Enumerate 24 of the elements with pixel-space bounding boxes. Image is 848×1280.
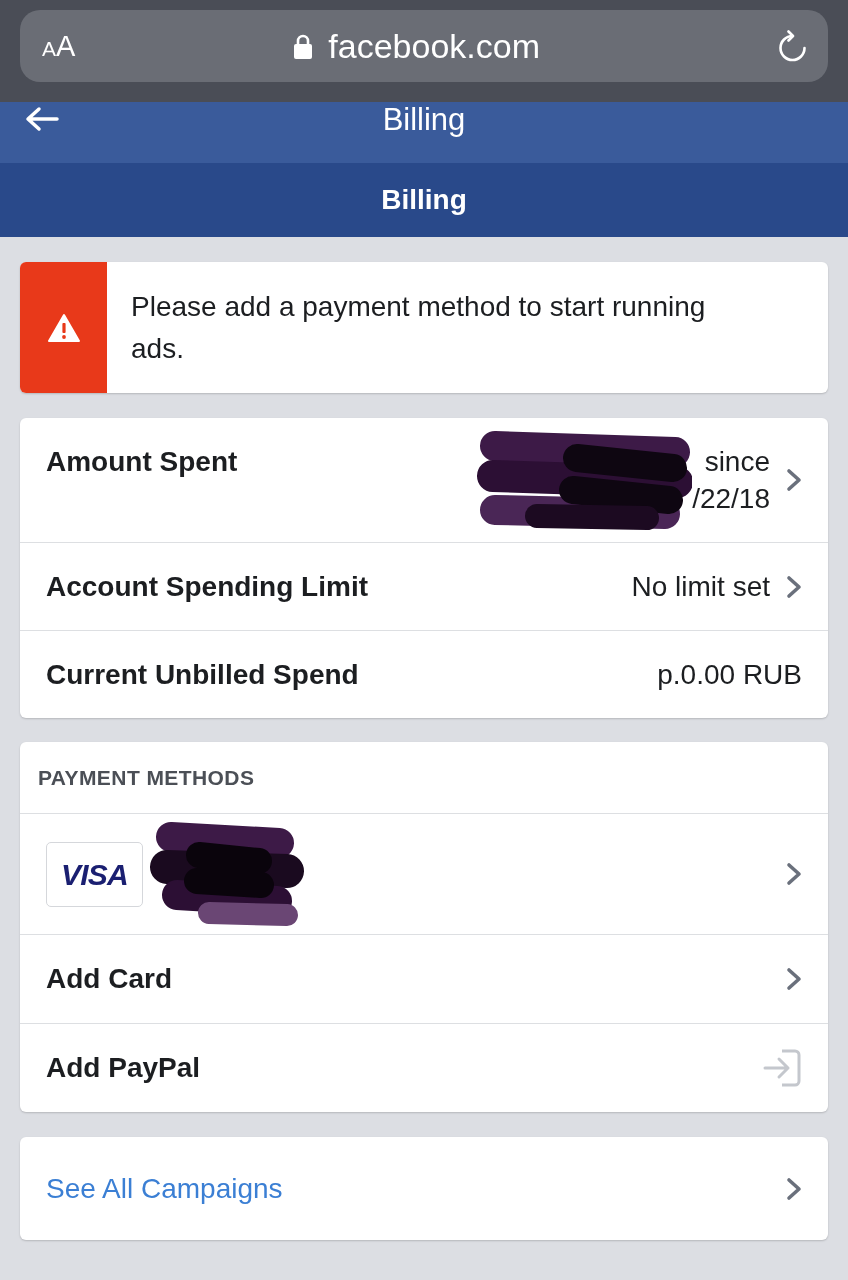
section-heading: PAYMENT METHODS xyxy=(38,764,255,791)
lock-icon xyxy=(294,33,313,59)
chevron-icon xyxy=(786,862,802,886)
warning-icon xyxy=(46,312,81,343)
row-label: Current Unbilled Spend xyxy=(46,658,359,692)
back-arrow-icon[interactable] xyxy=(25,106,59,132)
url-text[interactable]: facebook.com xyxy=(328,29,540,63)
text-size-button[interactable]: AA xyxy=(42,31,76,61)
row-value: /22/18 xyxy=(692,482,770,516)
reload-icon[interactable] xyxy=(779,30,806,62)
action-link[interactable]: Add Card xyxy=(46,958,172,1000)
chevron-icon xyxy=(786,967,802,991)
row-label: Amount Spent xyxy=(46,445,238,479)
nav-title: Billing xyxy=(382,102,466,138)
action-link[interactable]: Add PayPal xyxy=(46,1047,201,1089)
page-title: Billing xyxy=(381,183,467,217)
card-brand-logo: VISA xyxy=(46,841,143,907)
address-bar[interactable]: AA facebook.com xyxy=(20,10,828,82)
row-value: No limit set xyxy=(631,570,770,604)
row-label: Account Spending Limit xyxy=(46,570,368,604)
alert-message: Please add a payment method to start running ads. xyxy=(131,289,707,366)
row-value: p.0.00 RUB xyxy=(657,658,802,692)
see-all-campaigns-link[interactable]: See All Campaigns xyxy=(46,1167,283,1210)
row-value: since xyxy=(704,445,770,479)
